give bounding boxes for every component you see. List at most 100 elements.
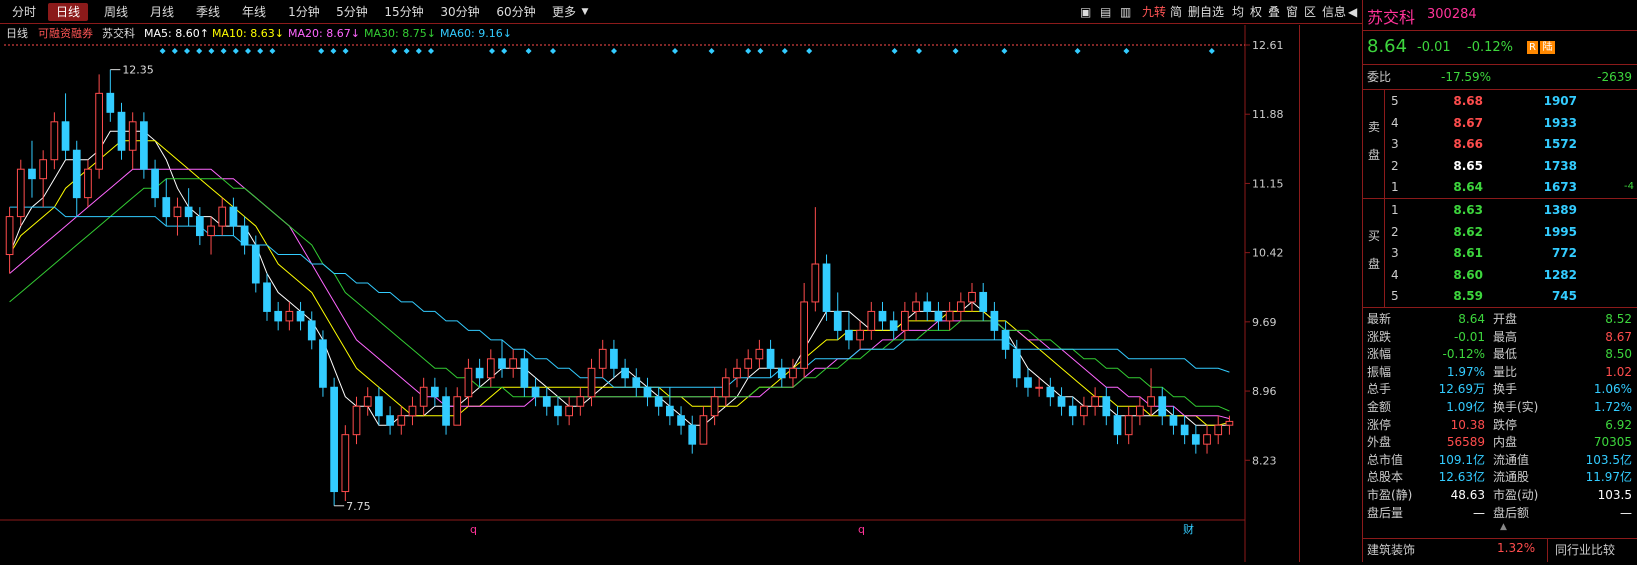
- candle-up: [419, 386, 428, 407]
- tab-weekly[interactable]: 周线: [98, 3, 134, 21]
- sell-level-row[interactable]: 1 8.64 1673 -4: [1363, 176, 1637, 198]
- tab-60min[interactable]: 60分钟: [490, 3, 542, 21]
- top-marker-diamond: [318, 48, 325, 54]
- level-volume: 1738: [1543, 158, 1577, 173]
- tab-1min[interactable]: 1分钟: [282, 3, 326, 21]
- buy-level-row[interactable]: 1 8.63 1389: [1363, 199, 1637, 221]
- overlay-button[interactable]: 叠: [1268, 3, 1280, 21]
- stat-label: 涨幅: [1367, 347, 1392, 362]
- candle-up: [1203, 434, 1211, 445]
- stat-value: 1.02: [1605, 364, 1632, 379]
- tab-15min[interactable]: 15分钟: [378, 3, 430, 21]
- candle-down: [1046, 386, 1055, 398]
- stat-label: 市盈(动): [1493, 488, 1539, 502]
- level-price: 8.66: [1453, 137, 1483, 152]
- y-tick-label: 8.96: [1252, 385, 1277, 398]
- level-price: 8.61: [1453, 246, 1483, 261]
- stat-value: 70305: [1593, 435, 1632, 450]
- sell-level-row[interactable]: 3 8.66 1572: [1363, 133, 1637, 155]
- stat-value: 10.38: [1450, 417, 1485, 432]
- stat-label: 外盘: [1367, 435, 1392, 450]
- candle-down: [777, 367, 786, 379]
- top-marker-diamond: [708, 48, 715, 54]
- candle-down: [375, 396, 383, 417]
- stat-label: 振幅: [1367, 364, 1392, 379]
- industry-name[interactable]: 建筑装饰: [1367, 541, 1415, 558]
- buy-level-row[interactable]: 4 8.60 1282: [1363, 264, 1637, 286]
- window-button[interactable]: 窗: [1286, 3, 1298, 21]
- level-price: 8.67: [1453, 115, 1483, 130]
- info-button[interactable]: 信息: [1322, 3, 1346, 21]
- average-button[interactable]: 均: [1232, 3, 1244, 21]
- level-volume: 1282: [1543, 267, 1577, 282]
- candle-down: [229, 206, 238, 227]
- level-number: 4: [1391, 267, 1399, 282]
- collapse-panel-icon[interactable]: ◀: [1348, 3, 1357, 21]
- tab-monthly[interactable]: 月线: [144, 3, 180, 21]
- remove-watchlist-button[interactable]: 删自选: [1188, 3, 1224, 21]
- stock-code: 300284: [1427, 7, 1477, 22]
- candle-down: [330, 386, 338, 493]
- compare-button[interactable]: 同行业比较: [1555, 541, 1615, 558]
- candle-down: [643, 386, 652, 398]
- candle-up: [408, 405, 417, 417]
- candle-up: [464, 367, 473, 398]
- candle-down: [430, 386, 439, 398]
- candle-up: [509, 358, 518, 369]
- tab-quarterly[interactable]: 季线: [190, 3, 226, 21]
- stat-value: 103.5: [1597, 488, 1632, 502]
- buy-level-row[interactable]: 2 8.62 1995: [1363, 221, 1637, 243]
- tab-yearly[interactable]: 年线: [236, 3, 272, 21]
- candle-down: [666, 405, 674, 417]
- jiuzhuan-button[interactable]: 九转: [1142, 3, 1166, 21]
- sell-level-row[interactable]: 5 8.68 1907: [1363, 90, 1637, 112]
- candle-up: [856, 329, 864, 341]
- buy-level-row[interactable]: 5 8.59 745: [1363, 285, 1637, 307]
- calendar-icon[interactable]: ▣: [1080, 3, 1091, 21]
- stat-value: —: [1473, 505, 1485, 520]
- stat-value: -0.01: [1453, 329, 1485, 344]
- top-marker-diamond: [550, 48, 556, 54]
- expand-icon[interactable]: ▲: [1500, 522, 1507, 532]
- level-price: 8.64: [1453, 180, 1483, 195]
- candle-up: [1147, 396, 1155, 407]
- level-volume: 1572: [1543, 137, 1577, 152]
- candle-up: [1035, 386, 1044, 389]
- layout-icon[interactable]: ▤: [1100, 3, 1111, 21]
- top-marker-diamond: [952, 48, 959, 54]
- stat-label: 金额: [1367, 400, 1392, 414]
- candle-down: [923, 301, 932, 312]
- candle-down: [822, 263, 831, 312]
- kline-chart[interactable]: 12.61 11.88 11.15 10.42 9.69 8.96 8.23 12.35 7.7…: [0, 25, 1300, 562]
- margin-badge: R: [1527, 41, 1538, 54]
- candle-up: [84, 168, 92, 199]
- tab-5min[interactable]: 5分钟: [330, 3, 374, 21]
- high-label: 12.35: [122, 64, 153, 77]
- candle-up: [598, 348, 607, 369]
- candle-up: [95, 92, 103, 170]
- tab-fenshi[interactable]: 分时: [6, 3, 42, 21]
- tab-30min[interactable]: 30分钟: [434, 3, 486, 21]
- quote-panel: 苏交科 300284 8.64 -0.01 -0.12% R 陆 委比 -17.…: [1362, 0, 1637, 562]
- tab-more[interactable]: 更多: [546, 3, 582, 21]
- bottom-marker: q: [858, 523, 865, 536]
- stats-row: 涨跌 -0.01 最高 8.67: [1363, 328, 1637, 346]
- top-marker-diamond: [245, 48, 251, 54]
- stat-label: 换手: [1493, 382, 1518, 397]
- stat-value: 103.5亿: [1585, 452, 1632, 467]
- more-dropdown-icon[interactable]: ▼: [580, 3, 590, 21]
- buy-level-row[interactable]: 3 8.61 772: [1363, 242, 1637, 264]
- candle-down: [240, 225, 249, 246]
- sell-level-row[interactable]: 4 8.67 1933: [1363, 112, 1637, 134]
- rights-button[interactable]: 权: [1250, 3, 1262, 21]
- sell-level-row[interactable]: 2 8.65 1738: [1363, 155, 1637, 177]
- candle-down: [61, 121, 70, 151]
- candle-down: [878, 310, 887, 322]
- stat-label: 市盈(静): [1367, 488, 1413, 502]
- range-button[interactable]: 区: [1304, 3, 1316, 21]
- top-marker-diamond: [415, 48, 422, 54]
- stock-title: 苏交科: [1367, 8, 1416, 27]
- chart-icon[interactable]: ▥: [1120, 3, 1131, 21]
- tab-daily[interactable]: 日线: [48, 3, 88, 21]
- simple-button[interactable]: 简: [1170, 3, 1182, 21]
